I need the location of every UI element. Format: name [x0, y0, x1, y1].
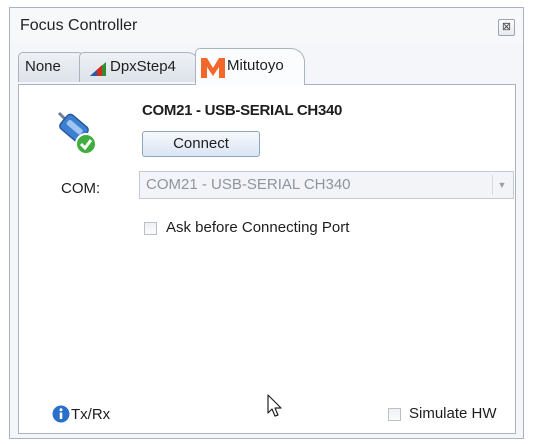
- dpxstep4-logo-icon: [89, 59, 107, 87]
- window-title: Focus Controller: [20, 17, 138, 34]
- tab-strip: None DpxStep4 Mitutoyo: [18, 48, 516, 85]
- com-port-value: COM21 - USB-SERIAL CH340: [146, 176, 351, 193]
- focus-controller-window: Focus Controller ⊠ None DpxStep4 Mitutoy…: [9, 7, 524, 439]
- tab-mitutoyo[interactable]: Mitutoyo: [195, 48, 305, 85]
- mitutoyo-panel: COM21 - USB-SERIAL CH340 Connect COM: CO…: [18, 84, 516, 434]
- close-button[interactable]: ⊠: [498, 19, 515, 36]
- chevron-down-icon[interactable]: ▼: [492, 175, 511, 195]
- connect-button[interactable]: Connect: [142, 131, 260, 157]
- mouse-cursor-icon: [267, 394, 283, 422]
- mitutoyo-logo-icon: [201, 57, 225, 91]
- tab-dpxstep4[interactable]: DpxStep4: [79, 52, 201, 82]
- com-label: COM:: [61, 180, 101, 197]
- tab-label: None: [25, 58, 61, 75]
- tab-label: Mitutoyo: [227, 57, 284, 74]
- serial-connection-icon: [53, 107, 101, 161]
- ask-before-connecting-label: Ask before Connecting Port: [166, 219, 350, 236]
- info-icon[interactable]: [52, 405, 70, 427]
- tab-label: DpxStep4: [110, 58, 176, 75]
- title-bar[interactable]: Focus Controller ⊠: [10, 8, 523, 44]
- txrx-link[interactable]: Tx/Rx: [71, 406, 110, 423]
- ask-before-connecting-checkbox[interactable]: [144, 222, 157, 235]
- com-port-select[interactable]: COM21 - USB-SERIAL CH340 ▼: [139, 171, 514, 199]
- simulate-hw-label: Simulate HW: [409, 405, 497, 422]
- simulate-hw-checkbox[interactable]: [388, 408, 401, 421]
- port-title: COM21 - USB-SERIAL CH340: [142, 102, 343, 119]
